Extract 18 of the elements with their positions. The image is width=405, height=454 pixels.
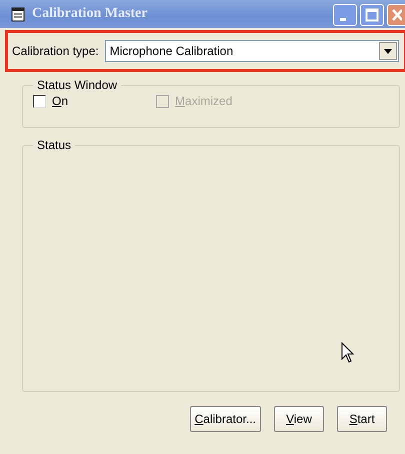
group-title: Status <box>36 138 72 152</box>
group-title: Status Window <box>36 78 118 92</box>
dialog-button[interactable]: View <box>274 406 324 432</box>
app-icon <box>10 6 26 22</box>
calibration-type-label: Calibration type: <box>12 44 99 58</box>
close-icon <box>392 8 402 22</box>
calibration-type-dropdown[interactable]: Microphone Calibration <box>104 40 399 62</box>
window-title: Calibration Master <box>32 6 148 22</box>
mouse-pointer-icon <box>341 342 354 363</box>
dialog-button[interactable]: Start <box>337 406 387 432</box>
dropdown-arrow-icon <box>384 48 392 54</box>
maximize-icon <box>365 8 379 22</box>
checkbox[interactable]: On <box>33 94 68 108</box>
maximize-button[interactable] <box>360 4 384 26</box>
close-button[interactable] <box>387 4 405 26</box>
minimize-icon <box>340 18 346 20</box>
minimize-button[interactable] <box>333 4 357 26</box>
dialog-button[interactable]: Calibrator... <box>190 406 261 432</box>
